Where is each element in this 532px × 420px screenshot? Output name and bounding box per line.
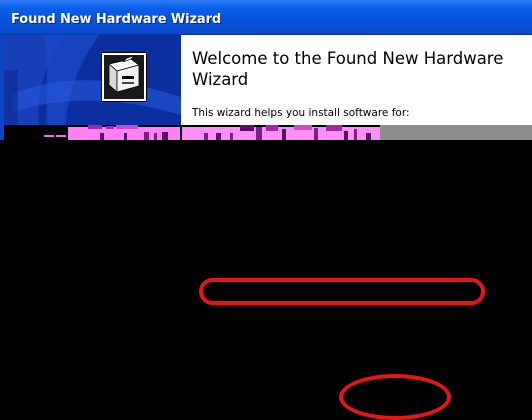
wizard-window: Found New Hardware Wizard Welcome to the… <box>0 0 532 420</box>
wizard-heading: Welcome to the Found New Hardware Wizard <box>192 49 504 89</box>
hardware-box-icon <box>101 52 147 102</box>
display-corruption-strip <box>4 125 532 140</box>
title-bar[interactable]: Found New Hardware Wizard <box>0 0 532 35</box>
highlight-annotation-bar <box>199 278 485 305</box>
wizard-intro-text: This wizard helps you install software f… <box>192 107 410 119</box>
window-title: Found New Hardware Wizard <box>11 12 222 27</box>
highlight-annotation-oval <box>339 374 451 420</box>
